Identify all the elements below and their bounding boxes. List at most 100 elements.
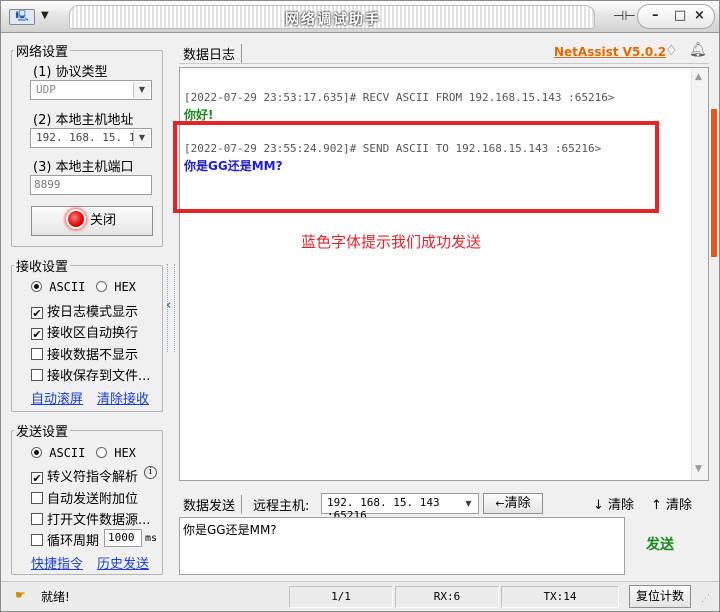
app-icon[interactable]: 🖳 (9, 9, 35, 25)
info-icon[interactable]: i (144, 466, 157, 479)
log-mode-checkbox[interactable]: ✔ 按日志模式显示 (31, 301, 138, 320)
bell-icon[interactable]: 🔔︎ (689, 42, 707, 58)
tab-data-log[interactable]: 数据日志 (183, 44, 243, 63)
local-ip-label: (2) 本地主机地址 (33, 113, 134, 128)
clear-down-button[interactable]: ↓ 清除 (593, 494, 634, 513)
cycle-period-field[interactable]: 1000 (104, 529, 142, 547)
auto-append-label: 自动发送附加位 (47, 492, 139, 507)
tab-data-send[interactable]: 数据发送 (183, 495, 243, 514)
checkbox-checked-icon[interactable]: ✔ (31, 328, 43, 340)
clear-down-label: 清除 (608, 498, 635, 513)
close-button[interactable]: × (694, 8, 705, 23)
pin-icon[interactable]: ⊣⊢ (613, 9, 636, 24)
escape-parse-label: 转义符指令解析 (47, 470, 139, 485)
radio-icon[interactable] (96, 447, 107, 458)
auto-append-checkbox[interactable]: 自动发送附加位 (31, 488, 138, 507)
arrow-left-icon: ← (495, 497, 505, 510)
network-settings-title: 网络设置 (16, 45, 69, 60)
history-link[interactable]: 历史发送 (97, 553, 149, 572)
page-indicator: 1/1 (289, 586, 393, 608)
radio-selected-icon[interactable] (31, 447, 42, 458)
checkbox-icon[interactable] (31, 492, 43, 504)
highlight-box (173, 121, 659, 213)
remote-host-label: 远程主机: (253, 499, 310, 514)
send-input-value: 你是GG还是MM? (183, 523, 277, 537)
cycle-unit: ms (145, 533, 158, 544)
remote-host-select[interactable]: 192. 168. 15. 143 :65216 ▼ (321, 493, 479, 522)
send-settings-title: 发送设置 (16, 425, 69, 440)
checkbox-icon[interactable] (31, 348, 43, 360)
shortcuts-link[interactable]: 快捷指令 (31, 553, 83, 572)
log-mode-label: 按日志模式显示 (47, 305, 139, 320)
resize-grip-icon[interactable]: ⋰ (701, 594, 710, 604)
autoscroll-link[interactable]: 自动滚屏 (31, 388, 83, 407)
open-file-source-label: 打开文件数据源... (47, 513, 151, 528)
close-connection-button[interactable]: 关闭 (31, 206, 153, 236)
clear-receive-link[interactable]: 清除接收 (97, 388, 149, 407)
system-menu-chevron-icon[interactable]: ▼ (41, 10, 49, 21)
tx-counter: TX:14 (501, 586, 619, 608)
radio-icon[interactable] (96, 281, 107, 292)
diamond-icon[interactable]: ♢ (665, 43, 678, 59)
chevron-down-icon[interactable]: ▼ (460, 495, 477, 512)
send-hex-label: HEX (114, 446, 136, 460)
save-to-file-checkbox[interactable]: 接收保存到文件... (31, 365, 150, 384)
receive-ascii-label: ASCII (49, 280, 86, 294)
window-controls: – □ × (637, 4, 715, 29)
clear-remote-button[interactable]: ←清除 (483, 493, 543, 514)
cycle-checkbox[interactable]: 循环周期 (31, 530, 99, 549)
hide-received-label: 接收数据不显示 (47, 348, 139, 363)
status-text: 就绪! (41, 590, 70, 604)
chevron-down-icon[interactable]: ▼ (133, 130, 150, 146)
checkbox-icon[interactable] (31, 534, 43, 546)
collapse-left-icon[interactable]: ‹ (166, 298, 171, 313)
receive-hex-radio[interactable]: HEX (96, 280, 136, 294)
receive-ascii-radio[interactable]: ASCII (31, 280, 85, 294)
title-area: 网络调试助手 (69, 5, 595, 29)
protocol-label: (1) 协议类型 (33, 65, 108, 80)
cycle-label: 循环周期 (47, 534, 100, 549)
local-ip-select[interactable]: 192. 168. 15. 143 ▼ (30, 128, 152, 148)
red-indicator-icon (67, 211, 84, 227)
send-button[interactable]: 发送 (631, 521, 689, 571)
annotation-text: 蓝色字体提示我们成功发送 (301, 233, 482, 251)
scroll-up-icon[interactable]: ▲ (695, 72, 702, 82)
local-ip-value: 192. 168. 15. 143 (36, 131, 149, 144)
receive-hex-label: HEX (114, 280, 136, 294)
open-file-source-checkbox[interactable]: 打开文件数据源... (31, 509, 150, 528)
window-title: 网络调试助手 (285, 12, 381, 28)
local-port-label: (3) 本地主机端口 (33, 160, 134, 175)
save-to-file-label: 接收保存到文件... (47, 369, 151, 384)
protocol-value: UDP (36, 83, 56, 96)
cycle-period-value: 1000 (108, 531, 135, 544)
scroll-down-icon[interactable]: ▼ (695, 464, 702, 474)
receive-settings-title: 接收设置 (16, 260, 69, 275)
send-hex-radio[interactable]: HEX (96, 446, 136, 460)
checkbox-icon[interactable] (31, 513, 43, 525)
title-bar[interactable]: 🖳 ▼ 网络调试助手 ⊣⊢ – □ × (1, 1, 719, 33)
chevron-down-icon[interactable]: ▼ (133, 82, 150, 98)
auto-wrap-checkbox[interactable]: ✔ 接收区自动换行 (31, 322, 138, 341)
hide-received-checkbox[interactable]: 接收数据不显示 (31, 344, 138, 363)
clear-up-button[interactable]: ↑ 清除 (651, 494, 692, 513)
ready-icon: ☛ (15, 588, 26, 602)
tab-underline (179, 63, 709, 64)
log-scrollbar[interactable]: ▲ ▼ (691, 68, 708, 480)
checkbox-icon[interactable] (31, 369, 43, 381)
radio-selected-icon[interactable] (31, 281, 42, 292)
version-link[interactable]: NetAssist V5.0.2 (554, 45, 666, 59)
checkbox-checked-icon[interactable]: ✔ (31, 307, 43, 319)
arrow-down-icon: ↓ (593, 498, 604, 513)
minimize-button[interactable]: – (652, 8, 659, 23)
app-window: 🖳 ▼ 网络调试助手 ⊣⊢ – □ × 网络设置 (1) 协议类型 UDP ▼ … (0, 0, 720, 612)
local-port-value: 8899 (34, 178, 61, 191)
maximize-button[interactable]: □ (674, 8, 686, 23)
protocol-select[interactable]: UDP ▼ (30, 80, 152, 100)
send-input[interactable]: 你是GG还是MM? (179, 517, 625, 575)
reset-count-button[interactable]: 复位计数 (629, 585, 691, 608)
local-port-field[interactable]: 8899 (30, 175, 152, 195)
send-ascii-radio[interactable]: ASCII (31, 446, 85, 460)
checkbox-checked-icon[interactable]: ✔ (31, 472, 43, 484)
arrow-up-icon: ↑ (651, 498, 662, 513)
escape-parse-checkbox[interactable]: ✔ 转义符指令解析 (31, 466, 138, 485)
